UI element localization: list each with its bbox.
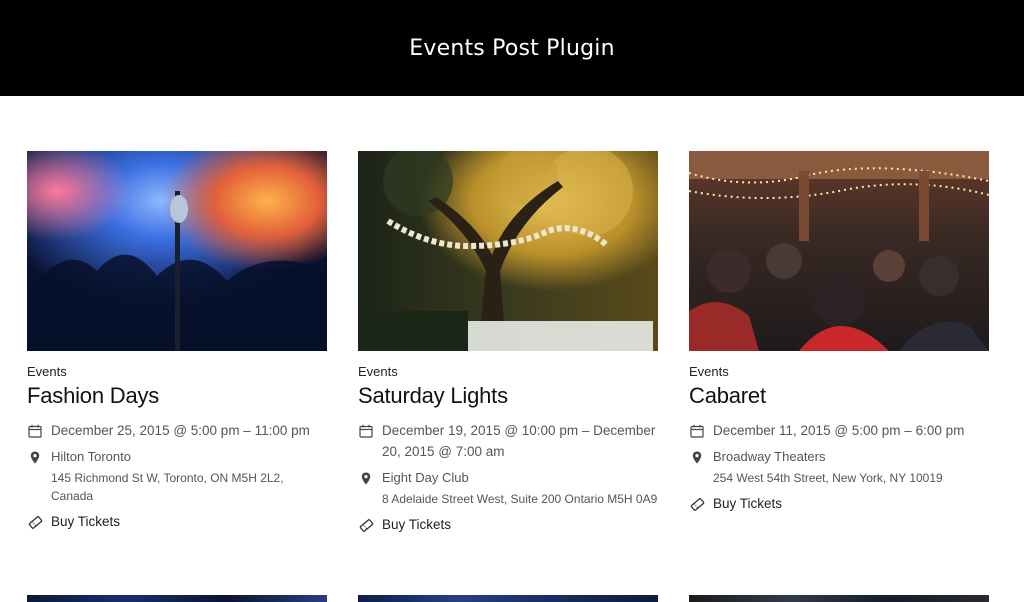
event-card-saturday-lights: Events Saturday Lights December 19, 2015…	[358, 151, 658, 535]
page-title: Events Post Plugin	[409, 35, 615, 61]
buy-tickets-link[interactable]: Buy Tickets	[689, 494, 989, 514]
event-title[interactable]: Fashion Days	[27, 382, 327, 410]
buy-tickets-label[interactable]: Buy Tickets	[382, 515, 451, 535]
event-date: December 11, 2015 @ 5:00 pm – 6:00 pm	[689, 420, 989, 441]
event-date-text: December 25, 2015 @ 5:00 pm – 11:00 pm	[51, 423, 310, 438]
event-category[interactable]: Events	[358, 364, 658, 380]
event-image-next-row[interactable]	[689, 595, 989, 602]
calendar-icon	[358, 420, 374, 441]
event-venue: Hilton Toronto	[27, 447, 327, 467]
ticket-icon	[27, 512, 43, 532]
site-header: Events Post Plugin	[0, 0, 1024, 96]
calendar-icon	[27, 420, 43, 441]
ticket-icon	[689, 494, 705, 514]
event-date: December 25, 2015 @ 5:00 pm – 11:00 pm	[27, 420, 327, 441]
event-image-next-row[interactable]	[358, 595, 658, 602]
event-venue-name[interactable]: Hilton Toronto	[51, 447, 131, 467]
event-address: 254 West 54th Street, New York, NY 10019	[713, 471, 943, 485]
buy-tickets-link[interactable]: Buy Tickets	[358, 515, 658, 535]
buy-tickets-label[interactable]: Buy Tickets	[51, 512, 120, 532]
calendar-icon	[689, 420, 705, 441]
buy-tickets-link[interactable]: Buy Tickets	[27, 512, 327, 532]
event-date-text: December 11, 2015 @ 5:00 pm – 6:00 pm	[713, 423, 965, 438]
event-venue-name[interactable]: Broadway Theaters	[713, 447, 826, 467]
event-image-concert[interactable]	[27, 151, 327, 351]
event-card-fashion-days: Events Fashion Days December 25, 2015 @ …	[27, 151, 327, 532]
event-category[interactable]: Events	[27, 364, 327, 380]
buy-tickets-label[interactable]: Buy Tickets	[713, 494, 782, 514]
event-venue: Eight Day Club	[358, 468, 658, 488]
map-pin-icon	[689, 447, 705, 467]
event-address: 145 Richmond St W, Toronto, ON M5H 2L2, …	[51, 471, 284, 503]
event-image-crowd[interactable]	[689, 151, 989, 351]
event-title[interactable]: Saturday Lights	[358, 382, 658, 410]
event-category[interactable]: Events	[689, 364, 989, 380]
event-title[interactable]: Cabaret	[689, 382, 989, 410]
event-venue: Broadway Theaters	[689, 447, 989, 467]
event-address: 8 Adelaide Street West, Suite 200 Ontari…	[382, 492, 658, 506]
event-venue-name[interactable]: Eight Day Club	[382, 468, 469, 488]
event-image-next-row[interactable]	[27, 595, 327, 602]
event-date: December 19, 2015 @ 10:00 pm – December …	[358, 420, 658, 462]
map-pin-icon	[358, 468, 374, 488]
ticket-icon	[358, 515, 374, 535]
event-image-garden-party[interactable]	[358, 151, 658, 351]
event-card-cabaret: Events Cabaret December 11, 2015 @ 5:00 …	[689, 151, 989, 514]
event-date-text: December 19, 2015 @ 10:00 pm – December …	[382, 423, 656, 459]
map-pin-icon	[27, 447, 43, 467]
